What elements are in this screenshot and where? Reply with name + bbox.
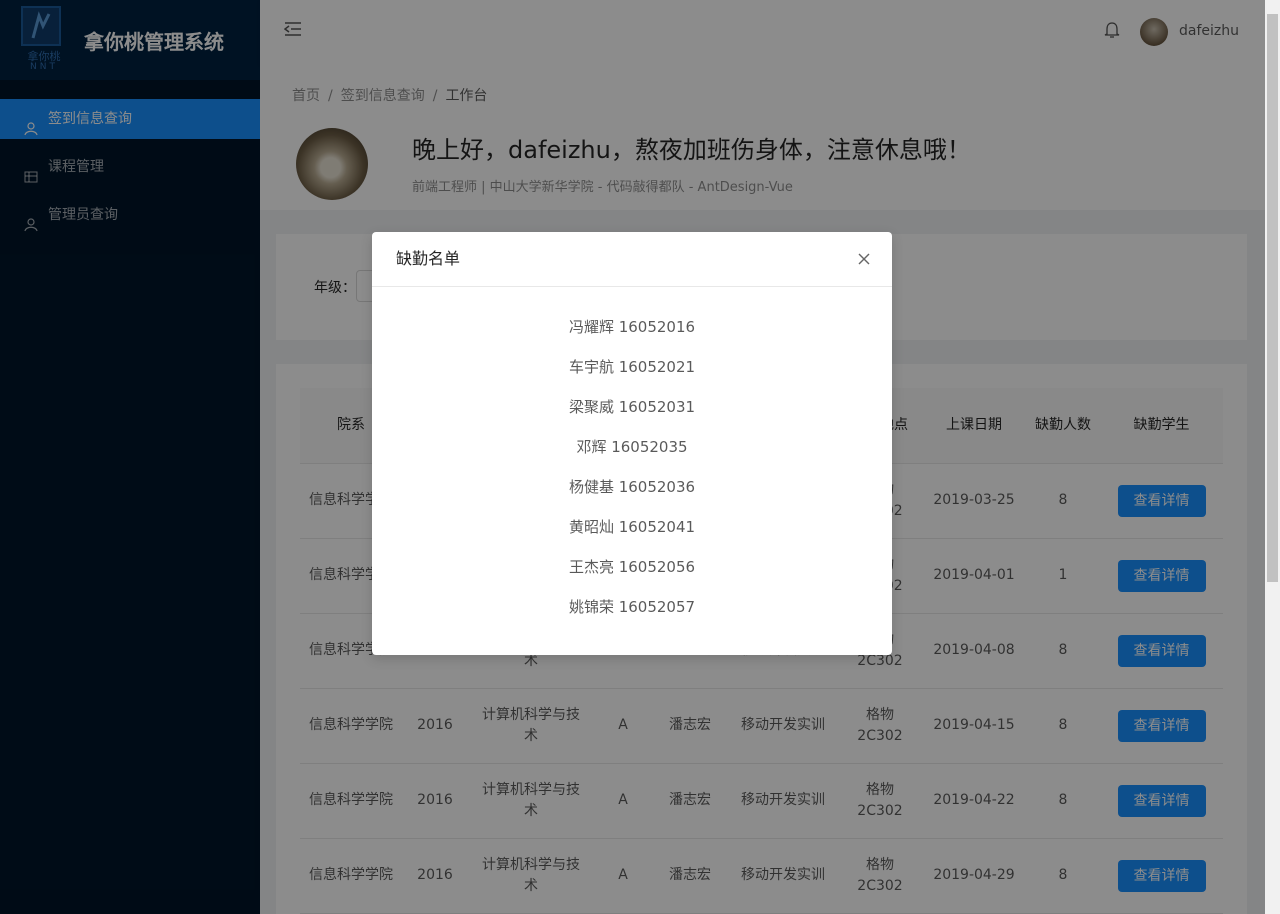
absent-student-item: 王杰亮 16052056 <box>568 558 696 576</box>
absent-list-modal: 缺勤名单 冯耀辉 16052016 车宇航 16052021 梁聚威 1605203… <box>372 232 892 655</box>
scrollbar-thumb[interactable] <box>1267 14 1278 582</box>
absent-student-item: 车宇航 16052021 <box>568 358 696 376</box>
absent-student-item: 邓辉 16052035 <box>576 438 688 456</box>
absent-student-item: 黄昭灿 16052041 <box>568 518 696 536</box>
absent-student-item: 姚锦荣 16052057 <box>568 598 696 616</box>
page-scrollbar[interactable] <box>1265 0 1280 914</box>
modal-body: 冯耀辉 16052016 车宇航 16052021 梁聚威 16052031 邓辉 1… <box>372 287 892 655</box>
close-icon[interactable] <box>856 251 872 267</box>
modal-header: 缺勤名单 <box>372 232 892 287</box>
absent-student-item: 梁聚威 16052031 <box>568 398 696 416</box>
modal-title: 缺勤名单 <box>396 249 461 268</box>
absent-student-item: 杨健基 16052036 <box>568 478 696 496</box>
absent-student-item: 冯耀辉 16052016 <box>568 318 696 336</box>
